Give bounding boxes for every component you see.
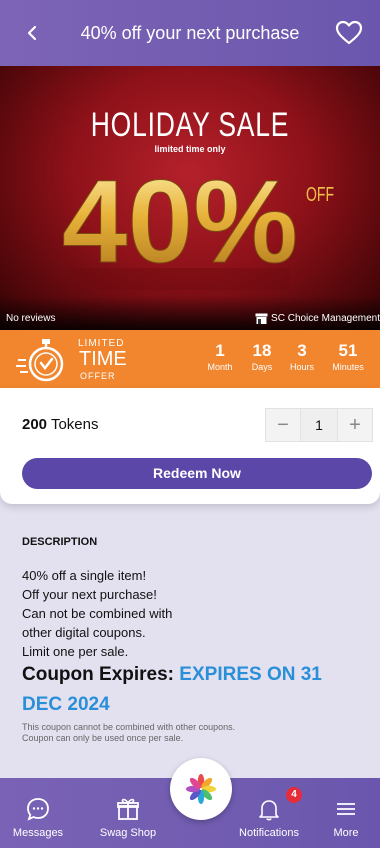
header-bar: 40% off your next purchase [0,0,380,66]
nav-messages[interactable]: Messages [0,778,76,848]
notification-badge: 4 [286,787,302,803]
heart-outline-icon[interactable] [334,18,364,48]
description-text: 40% off a single item! Off your next pur… [22,568,173,659]
coupon-terms: This coupon cannot be combined with othe… [22,722,236,743]
token-amount: 200 [22,416,48,433]
banner-off-text: OFF [306,184,334,206]
reviews-count[interactable]: No reviews [6,313,55,324]
nav-more[interactable]: More [318,778,374,848]
nav-swag-shop[interactable]: Swag Shop [92,778,164,848]
pinwheel-logo-icon [186,774,216,804]
stopwatch-icon [16,339,64,382]
countdown-hours: 3 Hours [289,341,314,373]
limited-time-offer-strip: LIMITED TIME OFFER 1 Month 18 Days 3 Hou… [0,330,380,388]
banner-percent-graphic: 40% [61,156,299,290]
menu-icon [337,803,355,815]
countdown-minutes: 51 Minutes [332,341,364,373]
description-heading: DESCRIPTION [22,536,98,548]
offer-offer-label: OFFER [80,371,116,381]
coupon-expiry: Coupon Expires: EXPIRES ON 31 DEC 2024 [22,660,362,720]
increment-button[interactable]: + [337,408,373,442]
expiry-label: Coupon Expires: [22,664,175,685]
vendor-link[interactable]: SC Choice Management [255,313,380,324]
offer-time-label: TIME [79,348,127,370]
countdown-days: 18 Days [251,341,273,373]
token-price: 200 Tokens [22,416,98,433]
decrement-button[interactable]: − [265,408,301,442]
bell-icon [259,800,279,821]
quantity-stepper: − 1 + [265,408,373,442]
token-unit: Tokens [50,416,99,433]
banner-headline: HOLIDAY SALE [90,106,290,144]
page-title: 40% off your next purchase [80,23,300,43]
coupon-banner-image: HOLIDAY SALE limited time only 40% OFF N… [0,66,380,330]
chat-bubble-icon [27,798,49,821]
purchase-panel: 200 Tokens − 1 + Redeem Now [0,388,380,504]
home-center-button[interactable] [170,758,232,820]
store-icon [255,313,268,324]
redeem-now-button[interactable]: Redeem Now [22,458,372,489]
countdown-month: 1 Month [207,341,233,373]
vendor-name: SC Choice Management [271,313,380,324]
quantity-value[interactable]: 1 [301,408,337,442]
gift-icon [117,798,139,820]
